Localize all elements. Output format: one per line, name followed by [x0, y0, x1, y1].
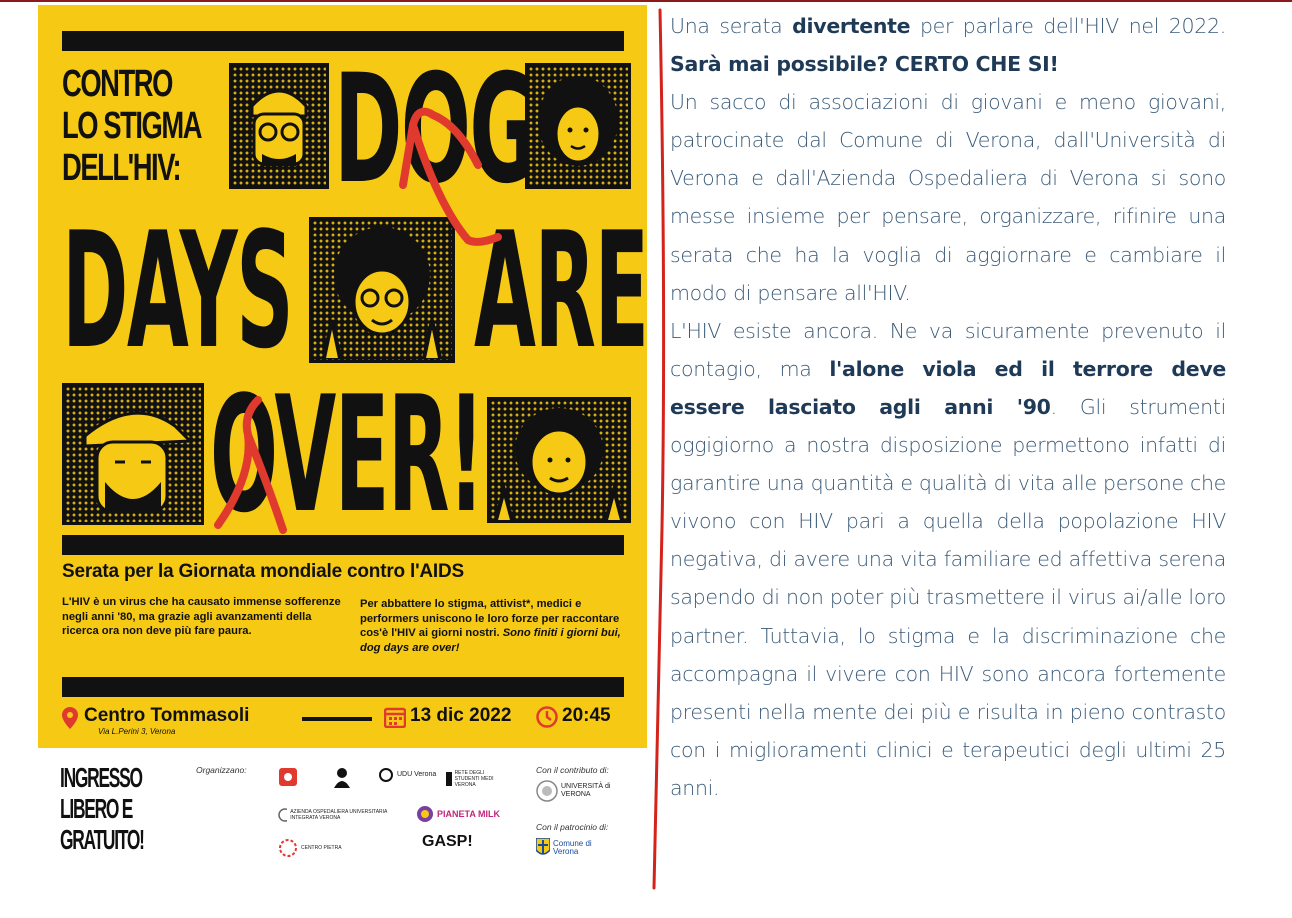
article-paragraph-1: Una serata divertente per parlare dell'H…: [670, 7, 1226, 83]
aoui-crest-icon: [278, 808, 288, 822]
centro-pietra-icon: [279, 839, 297, 857]
venue-name: Centro Tommasoli: [84, 705, 250, 726]
venue-address: Via L.Perini 3, Verona: [98, 727, 176, 736]
udu-logo-text: UDU Verona: [397, 771, 437, 778]
silhouette-logo-icon: [334, 768, 350, 788]
centro-pietra-text: CENTRO PIETRA: [301, 845, 342, 851]
logo-comune: Comune di Verona: [536, 838, 601, 858]
logo-silhouette: [332, 766, 352, 788]
rete-logo-icon: [446, 772, 452, 786]
organizers-label: Organizzano:: [196, 765, 247, 775]
red-divider-stroke: [652, 8, 666, 890]
univr-logo-text: UNIVERSITÀ di VERONA: [561, 783, 611, 798]
event-time: 20:45: [562, 705, 611, 726]
clock-icon: [536, 706, 558, 728]
bold-run: Sarà mai possibile? CERTO CHE SI!: [670, 52, 1059, 77]
univr-crest-icon: [536, 780, 558, 802]
top-border: [0, 0, 1292, 2]
logo-gasp: GASP!: [422, 833, 473, 850]
pianeta-milk-icon: [417, 806, 433, 822]
logo-aoui: AZIENDA OSPEDALIERA UNIVERSITARIA INTEGR…: [278, 808, 388, 822]
event-date: 13 dic 2022: [410, 705, 512, 726]
contribution-label: Con il contributo di:: [536, 765, 609, 775]
udu-logo-icon: [379, 768, 393, 782]
logo-red-square: [278, 767, 298, 787]
article-paragraph-2: Un sacco di associazioni di giovani e me…: [670, 90, 1226, 305]
pianeta-milk-text: PIANETA MILK: [437, 809, 500, 819]
arci-logo-icon: [279, 768, 297, 786]
comune-logo-text: Comune di Verona: [553, 839, 592, 856]
free-entry-line: INGRESSO: [60, 762, 143, 793]
logo-univr: UNIVERSITÀ di VERONA: [536, 780, 611, 802]
logo-udu: UDU Verona: [378, 767, 436, 783]
gasp-logo-text: GASP!: [422, 833, 473, 850]
aoui-logo-text: AZIENDA OSPEDALIERA UNIVERSITARIA INTEGR…: [290, 809, 388, 821]
free-entry-line: LIBERO E: [60, 793, 133, 824]
article-body: Una serata divertente per parlare dell'H…: [670, 7, 1226, 807]
poster-subtitle: Serata per la Giornata mondiale contro l…: [62, 561, 465, 582]
logo-centro-pietra: CENTRO PIETRA: [278, 838, 388, 858]
logo-pianeta-milk: PIANETA MILK: [416, 805, 500, 823]
text-run: per parlare dell'HIV nel 2022.: [910, 14, 1226, 38]
free-entry-notice: INGRESSO LIBERO E GRATUITO!: [60, 762, 145, 855]
text-run: Una serata: [670, 14, 793, 38]
article-paragraph-3: L'HIV esiste ancora. Ne va sicuramente p…: [670, 312, 1226, 807]
bold-run: divertente: [792, 14, 911, 38]
comune-shield-icon: [536, 838, 550, 855]
text-run: . Gli strumenti oggigiorno a nostra disp…: [670, 394, 1226, 800]
venue-divider: [302, 717, 372, 721]
logo-rete: RETE DEGLI STUDENTI MEDI VERONA: [446, 770, 506, 788]
poster-middle-bar: [62, 535, 624, 555]
event-poster: CONTRO LO STIGMA DELL'HIV: DOG DAYS ARE …: [38, 5, 647, 748]
calendar-icon: [384, 707, 406, 728]
poster-bottom-bar: [62, 677, 624, 697]
free-entry-line: GRATUITO!: [60, 824, 145, 855]
rete-logo-text: RETE DEGLI STUDENTI MEDI VERONA: [454, 770, 494, 788]
location-pin-icon: [62, 707, 78, 729]
poster-right-paragraph: Per abbattere lo stigma, attivist*, medi…: [360, 597, 628, 655]
patronage-label: Con il patrocinio di:: [536, 822, 609, 832]
poster-left-paragraph: L'HIV è un virus che ha causato immense …: [62, 596, 341, 637]
